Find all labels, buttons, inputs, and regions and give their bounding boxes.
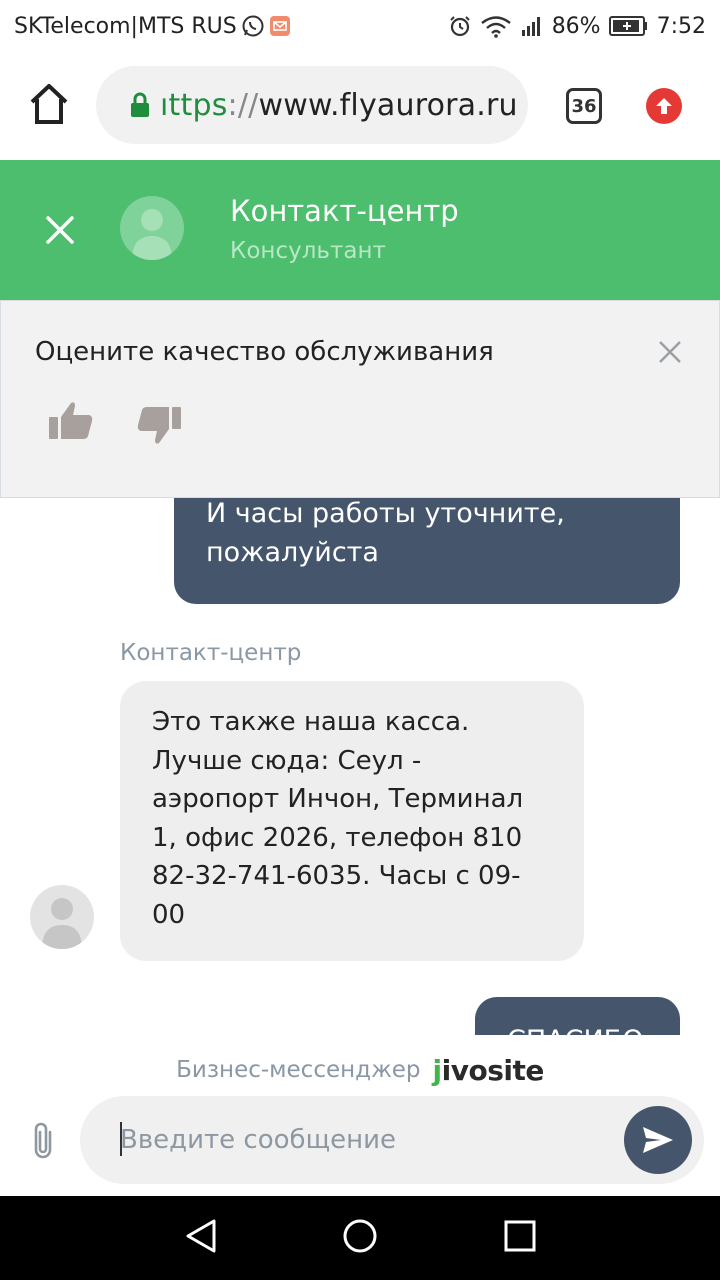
home-icon [30, 84, 68, 124]
agent-message-avatar [30, 885, 94, 949]
rating-panel: Оцените качество обслуживания [0, 300, 720, 498]
rating-title: Оцените качество обслуживания [35, 337, 494, 367]
battery-icon [608, 15, 649, 37]
wifi-icon [480, 14, 512, 38]
message-line: И часы работы уточните, [206, 498, 565, 529]
text-caret [120, 1122, 122, 1156]
chat-subtitle: Консультант [230, 238, 386, 264]
whatsapp-icon [241, 14, 265, 38]
alarm-icon [448, 14, 472, 38]
thumbs-down-button[interactable] [135, 405, 183, 453]
chat-header: Контакт-центр Консультант [0, 160, 720, 300]
carrier-label: SKTelecom|MTS RUS [14, 13, 237, 39]
thumbs-up-button[interactable] [47, 397, 95, 445]
signal-icon [520, 14, 544, 38]
message-line: 1, офис 2026, телефон 810 [152, 822, 523, 853]
incoming-message: Это также наша касса. Лучше сюда: Сеул -… [120, 681, 584, 961]
clock: 7:52 [656, 13, 706, 39]
home-circle-icon [343, 1219, 377, 1253]
recents-square-icon [504, 1220, 536, 1252]
thumbs-up-icon [49, 402, 93, 439]
message-line: 82-32-741-6035. Часы с 09- [152, 861, 521, 892]
system-navigation-bar [0, 1196, 720, 1280]
close-chat-button[interactable] [40, 210, 80, 250]
nav-recents-button[interactable] [504, 1220, 536, 1252]
message-line: 00 [152, 899, 186, 930]
home-button[interactable] [28, 82, 70, 126]
lock-icon [131, 92, 149, 117]
close-icon [659, 341, 681, 363]
send-icon [643, 1127, 673, 1153]
outgoing-message: И часы работы уточните, пожалуйста [174, 486, 680, 604]
sender-name: Контакт-центр [120, 640, 302, 666]
message-line: аэропорт Инчон, Терминал [152, 784, 524, 815]
browser-toolbar: ıttps://www.flyaurora.ru 36 [0, 52, 720, 160]
thumbs-down-icon [137, 407, 181, 444]
logo-rest: ivosite [441, 1053, 545, 1087]
upload-button[interactable] [646, 88, 682, 124]
send-button[interactable] [624, 1106, 692, 1174]
user-silhouette-icon [42, 898, 82, 949]
powered-by: Бизнес-мессенджер jivosite [0, 1048, 720, 1092]
message-line: Это также наша касса. [152, 707, 470, 737]
user-silhouette-icon [132, 209, 172, 260]
logo-j: j [432, 1053, 443, 1087]
url-scheme: ıttps [160, 87, 228, 123]
message-line: Лучше сюда: Сеул - [152, 745, 422, 776]
battery-percent: 86% [551, 13, 601, 39]
rating-close-button[interactable] [657, 339, 683, 365]
powered-by-text: Бизнес-мессенджер [176, 1057, 421, 1083]
back-triangle-icon [186, 1219, 216, 1253]
address-bar[interactable]: ıttps://www.flyaurora.ru [96, 66, 528, 144]
outgoing-message: СПАСИБО [475, 997, 680, 1035]
message-input[interactable] [80, 1096, 704, 1184]
tab-switcher-button[interactable]: 36 [566, 88, 602, 124]
nav-home-button[interactable] [342, 1218, 378, 1254]
close-icon [46, 216, 74, 244]
url-separator: :// [227, 87, 259, 123]
paperclip-icon [34, 1122, 52, 1159]
jivosite-logo[interactable]: jivosite [432, 1053, 545, 1087]
attach-button[interactable] [28, 1120, 58, 1162]
agent-avatar [120, 196, 184, 260]
chat-title: Контакт-центр [230, 194, 459, 228]
upload-icon [656, 98, 672, 114]
mail-icon [269, 15, 291, 37]
status-bar: SKTelecom|MTS RUS 86% 7:52 [0, 0, 720, 52]
message-composer [0, 1092, 720, 1196]
nav-back-button[interactable] [184, 1218, 218, 1254]
url-text: ıttps://www.flyaurora.ru [160, 88, 518, 123]
url-host: www.flyaurora.ru [258, 87, 518, 123]
message-line: СПАСИБО [507, 1021, 648, 1035]
message-line: пожалуйста [206, 537, 379, 568]
